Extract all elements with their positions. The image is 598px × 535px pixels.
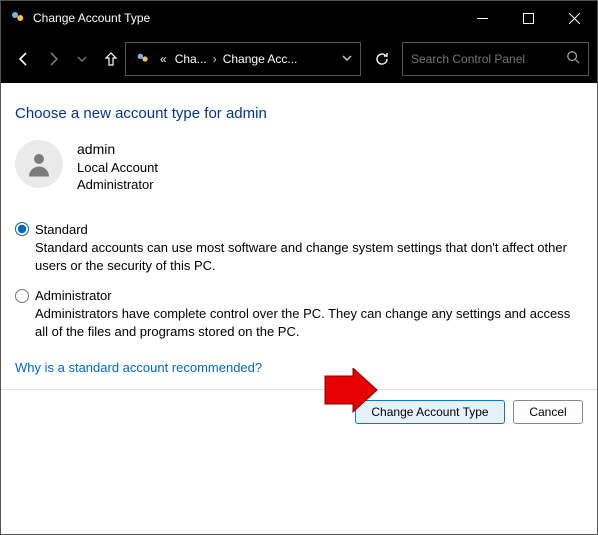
button-row: Change Account Type Cancel — [15, 390, 583, 424]
cancel-button[interactable]: Cancel — [513, 400, 583, 424]
refresh-button[interactable] — [367, 42, 396, 76]
user-summary: admin Local Account Administrator — [15, 140, 583, 194]
user-accounts-icon — [9, 9, 27, 27]
option-administrator-label: Administrator — [35, 288, 112, 303]
back-button[interactable] — [9, 42, 38, 76]
option-standard: Standard Standard accounts can use most … — [15, 222, 583, 274]
content: Choose a new account type for admin admi… — [1, 83, 597, 424]
close-button[interactable] — [551, 1, 597, 35]
radio-standard[interactable] — [15, 222, 29, 236]
option-standard-desc: Standard accounts can use most software … — [35, 239, 583, 274]
option-administrator: Administrator Administrators have comple… — [15, 288, 583, 340]
chevron-right-icon: › — [211, 52, 219, 66]
titlebar: Change Account Type — [1, 1, 597, 35]
option-standard-label: Standard — [35, 222, 88, 237]
minimize-button[interactable] — [459, 1, 505, 35]
breadcrumb-prefix: « — [156, 52, 171, 66]
window-title: Change Account Type — [33, 11, 459, 25]
user-name: admin — [77, 140, 158, 159]
window-controls — [459, 1, 597, 35]
user-account-type: Local Account — [77, 159, 158, 177]
user-role: Administrator — [77, 176, 158, 194]
help-link[interactable]: Why is a standard account recommended? — [15, 360, 262, 375]
option-administrator-row[interactable]: Administrator — [15, 288, 583, 303]
recent-locations-button[interactable] — [67, 42, 96, 76]
maximize-button[interactable] — [505, 1, 551, 35]
change-account-type-button[interactable]: Change Account Type — [355, 400, 505, 424]
user-info: admin Local Account Administrator — [77, 140, 158, 194]
breadcrumb-part[interactable]: Change Acc... — [219, 52, 302, 66]
breadcrumb[interactable]: « Cha... › Change Acc... — [125, 42, 361, 76]
search-input[interactable] — [411, 52, 566, 66]
page-heading: Choose a new account type for admin — [15, 105, 583, 122]
breadcrumb-part[interactable]: Cha... — [171, 52, 211, 66]
navbar: « Cha... › Change Acc... — [1, 35, 597, 83]
user-accounts-icon — [134, 51, 152, 67]
search-box[interactable] — [402, 42, 589, 76]
forward-button[interactable] — [38, 42, 67, 76]
option-standard-row[interactable]: Standard — [15, 222, 583, 237]
avatar — [15, 140, 63, 188]
option-administrator-desc: Administrators have complete control ove… — [35, 305, 583, 340]
radio-administrator[interactable] — [15, 289, 29, 303]
up-button[interactable] — [96, 42, 125, 76]
chevron-down-icon[interactable] — [342, 52, 352, 66]
search-icon[interactable] — [566, 50, 580, 69]
